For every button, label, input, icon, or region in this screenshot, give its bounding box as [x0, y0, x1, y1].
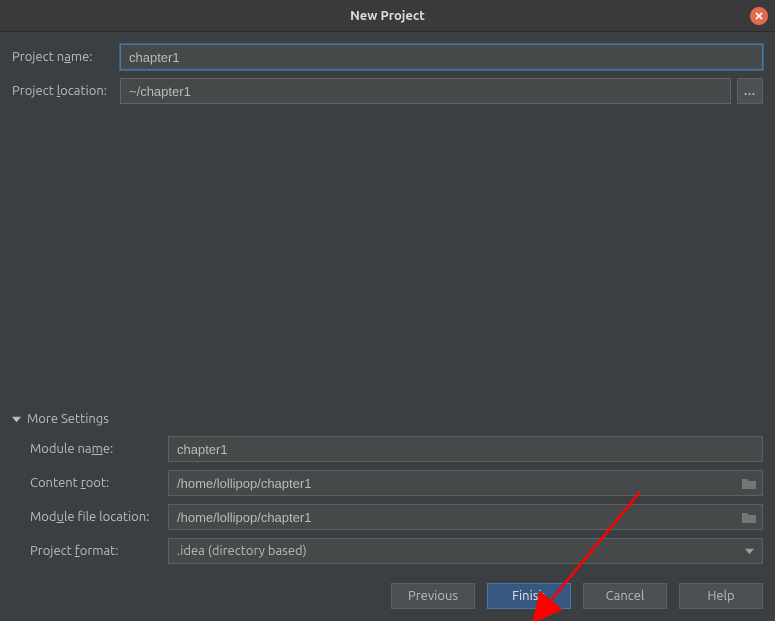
- chevron-down-icon: [12, 415, 21, 424]
- project-name-input[interactable]: [120, 44, 763, 70]
- content-root-row: Content root:: [12, 470, 763, 496]
- module-name-label: Module name:: [30, 442, 168, 456]
- dialog-content: Project name: Project location: ... More…: [0, 32, 775, 621]
- project-format-select[interactable]: .idea (directory based): [168, 538, 763, 564]
- browse-location-button[interactable]: ...: [737, 78, 763, 104]
- project-format-value: .idea (directory based): [177, 544, 307, 558]
- project-format-label: Project format:: [30, 544, 168, 558]
- previous-button[interactable]: Previous: [391, 583, 475, 609]
- content-root-input[interactable]: [168, 470, 763, 496]
- project-location-input[interactable]: [120, 78, 731, 104]
- dialog-buttons: Previous Finish Cancel Help: [391, 583, 763, 609]
- module-file-row: Module file location:: [12, 504, 763, 530]
- more-settings-section: More Settings Module name: Content root:…: [12, 412, 763, 572]
- project-name-label: Project name:: [12, 50, 120, 64]
- module-name-row: Module name:: [12, 436, 763, 462]
- cancel-button[interactable]: Cancel: [583, 583, 667, 609]
- module-file-label: Module file location:: [30, 510, 168, 524]
- module-file-input[interactable]: [168, 504, 763, 530]
- chevron-down-icon: [745, 547, 754, 556]
- project-format-row: Project format: .idea (directory based): [12, 538, 763, 564]
- finish-button[interactable]: Finish: [487, 583, 571, 609]
- project-location-label: Project location:: [12, 84, 120, 98]
- help-button[interactable]: Help: [679, 583, 763, 609]
- project-location-row: Project location: ...: [12, 78, 763, 104]
- more-settings-toggle[interactable]: More Settings: [12, 412, 763, 426]
- project-name-row: Project name:: [12, 44, 763, 70]
- window-title: New Project: [350, 9, 425, 23]
- more-settings-label: More Settings: [27, 412, 109, 426]
- titlebar: New Project: [0, 0, 775, 32]
- close-icon: [754, 11, 764, 21]
- module-name-input[interactable]: [168, 436, 763, 462]
- close-button[interactable]: [750, 7, 768, 25]
- content-root-label: Content root:: [30, 476, 168, 490]
